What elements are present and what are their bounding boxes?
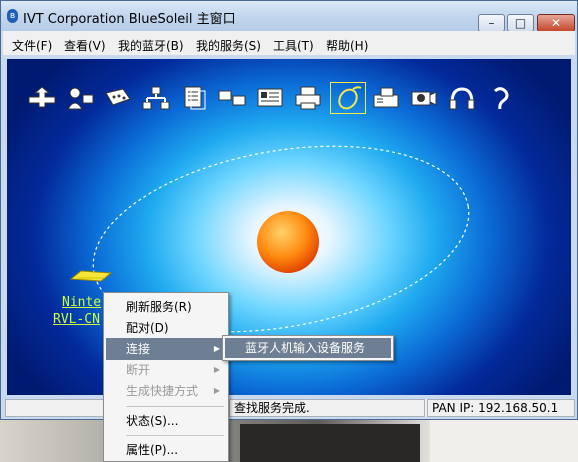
device-name-label[interactable]: Ninte bbox=[62, 295, 101, 310]
menu-bar: 文件(F) 查看(V) 我的蓝牙(B) 我的服务(S) 工具(T) 帮助(H) bbox=[3, 31, 575, 55]
menu-item-properties[interactable]: 属性(P)... bbox=[106, 439, 226, 461]
menu-separator bbox=[126, 406, 224, 407]
desktop-background bbox=[0, 418, 578, 462]
close-button[interactable]: ✕ bbox=[537, 14, 575, 32]
menu-item-pair[interactable]: 配对(D) bbox=[106, 317, 226, 339]
title-bar[interactable]: ʙ IVT Corporation BlueSoleil 主窗口 – □ ✕ bbox=[1, 1, 577, 32]
maximize-icon: □ bbox=[514, 16, 527, 30]
device-id-label[interactable]: RVL-CN bbox=[53, 312, 100, 327]
menu-item-refresh-services[interactable]: 刷新服务(R) bbox=[106, 296, 226, 318]
menu-tools[interactable]: 工具(T) bbox=[273, 37, 314, 54]
device-context-menu: 刷新服务(R) 配对(D) 连接 ▶ 断开 ▶ 生成快捷方式 ▶ 状态(S)..… bbox=[103, 292, 229, 462]
background-highlight bbox=[430, 418, 578, 462]
minimize-button[interactable]: – bbox=[478, 14, 505, 32]
menu-item-connect[interactable]: 连接 ▶ bbox=[106, 338, 226, 360]
menu-my-bluetooth[interactable]: 我的蓝牙(B) bbox=[118, 37, 184, 54]
submenu-arrow-icon: ▶ bbox=[213, 386, 220, 395]
menu-view[interactable]: 查看(V) bbox=[64, 37, 106, 54]
menu-item-disconnect: 断开 ▶ bbox=[106, 359, 226, 381]
menu-my-services[interactable]: 我的服务(S) bbox=[196, 37, 261, 54]
local-device-orb[interactable] bbox=[257, 211, 319, 273]
bluetooth-icon: ʙ bbox=[7, 9, 18, 23]
menu-item-status[interactable]: 状态(S)... bbox=[106, 410, 226, 432]
menu-file[interactable]: 文件(F) bbox=[12, 37, 52, 54]
menu-item-shortcut-label: 生成快捷方式 bbox=[126, 384, 199, 398]
menu-separator bbox=[126, 435, 224, 436]
menu-item-hid-service[interactable]: 蓝牙人机输入设备服务 bbox=[225, 338, 391, 358]
close-icon: ✕ bbox=[550, 16, 562, 30]
submenu-arrow-icon: ▶ bbox=[213, 344, 220, 353]
maximize-button[interactable]: □ bbox=[507, 14, 534, 32]
menu-item-create-shortcut: 生成快捷方式 ▶ bbox=[106, 380, 226, 402]
menu-help[interactable]: 帮助(H) bbox=[326, 37, 368, 54]
submenu-arrow-icon: ▶ bbox=[213, 365, 220, 374]
minimize-icon: – bbox=[488, 16, 495, 30]
menu-item-connect-label: 连接 bbox=[126, 342, 151, 356]
status-bar: 查找服务完成. PAN IP: 192.168.50.1 bbox=[5, 399, 575, 417]
background-shadow bbox=[240, 424, 420, 462]
status-pan-ip: PAN IP: 192.168.50.1 bbox=[427, 399, 575, 417]
menu-item-disconnect-label: 断开 bbox=[126, 363, 151, 377]
wii-remote-icon[interactable] bbox=[69, 269, 113, 283]
status-message: 查找服务完成. bbox=[229, 399, 425, 417]
window-title: IVT Corporation BlueSoleil 主窗口 bbox=[23, 12, 236, 27]
connect-submenu: 蓝牙人机输入设备服务 bbox=[222, 335, 394, 361]
